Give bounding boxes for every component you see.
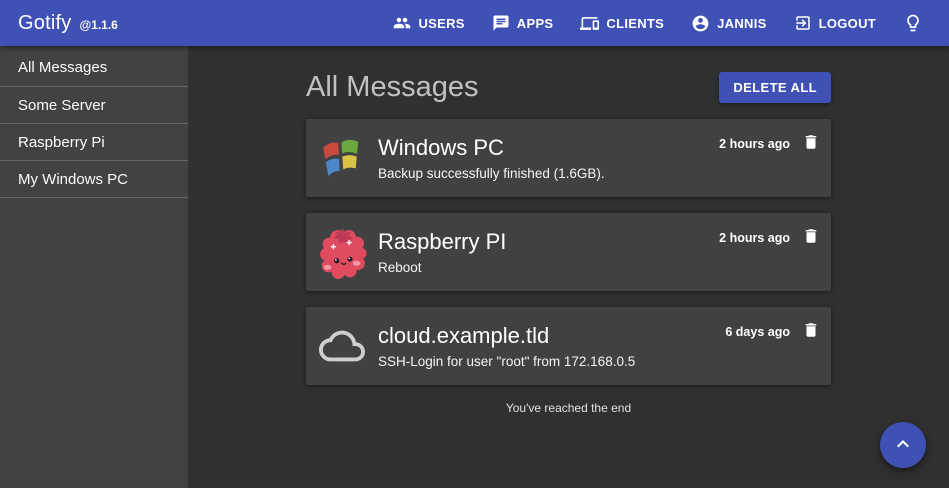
sidebar-item-my-windows-pc[interactable]: My Windows PC (0, 161, 188, 198)
sidebar-item-label: All Messages (18, 59, 107, 76)
message-card-cloud: cloud.example.tld SSH-Login for user "ro… (306, 307, 831, 385)
main-area: All Messages DELETE ALL Windows PC Backu… (188, 46, 949, 488)
scroll-to-top-button[interactable] (880, 422, 926, 468)
app-title: Gotify (18, 12, 71, 35)
chevron-up-icon (891, 432, 915, 459)
nav-users-label: USERS (418, 16, 464, 31)
users-icon (393, 14, 411, 32)
clients-devices-icon (580, 14, 599, 33)
raspberry-icon (306, 226, 378, 279)
message-title: Windows PC (378, 135, 713, 161)
message-timestamp: 2 hours ago (719, 231, 790, 245)
page-title: All Messages (306, 71, 478, 104)
top-nav: USERS APPS CLIENTS JANNIS LOGOUT (393, 14, 876, 33)
sidebar-item-label: Some Server (18, 97, 106, 114)
apps-chat-icon (492, 14, 510, 32)
app-bar: Gotify @1.1.6 USERS APPS CLIENTS JANNIS … (0, 0, 949, 46)
account-circle-icon (691, 14, 710, 33)
sidebar: All Messages Some Server Raspberry Pi My… (0, 46, 188, 488)
lightbulb-icon (903, 13, 923, 33)
trash-icon (802, 321, 820, 342)
nav-apps-label: APPS (517, 16, 554, 31)
windows-logo-icon (306, 133, 378, 183)
end-of-list-text: You've reached the end (306, 401, 831, 415)
message-card-raspberry-pi: Raspberry PI Reboot 2 hours ago (306, 213, 831, 291)
message-body: Backup successfully finished (1.6GB). (378, 166, 713, 181)
nav-apps[interactable]: APPS (492, 14, 554, 32)
logout-icon (794, 14, 812, 32)
sidebar-item-label: My Windows PC (18, 171, 128, 188)
message-title: Raspberry PI (378, 229, 713, 255)
cloud-icon (306, 323, 378, 369)
theme-toggle-button[interactable] (903, 13, 923, 33)
app-version: @1.1.6 (79, 18, 117, 32)
message-card-windows-pc: Windows PC Backup successfully finished … (306, 119, 831, 197)
message-body: SSH-Login for user "root" from 172.168.0… (378, 354, 719, 369)
brand: Gotify @1.1.6 (18, 12, 118, 35)
message-timestamp: 6 days ago (725, 325, 790, 339)
nav-clients[interactable]: CLIENTS (580, 14, 664, 33)
message-title: cloud.example.tld (378, 323, 719, 349)
sidebar-item-some-server[interactable]: Some Server (0, 87, 188, 124)
nav-username-label: JANNIS (717, 16, 766, 31)
trash-icon (802, 227, 820, 248)
sidebar-item-raspberry-pi[interactable]: Raspberry Pi (0, 124, 188, 161)
sidebar-item-all-messages[interactable]: All Messages (0, 48, 188, 87)
message-body: Reboot (378, 260, 713, 275)
sidebar-item-label: Raspberry Pi (18, 134, 105, 151)
delete-all-button[interactable]: DELETE ALL (719, 72, 831, 103)
nav-logout-label: LOGOUT (819, 16, 876, 31)
delete-message-button[interactable] (802, 133, 820, 154)
message-timestamp: 2 hours ago (719, 137, 790, 151)
delete-message-button[interactable] (802, 227, 820, 248)
trash-icon (802, 133, 820, 154)
nav-clients-label: CLIENTS (606, 16, 664, 31)
nav-logout[interactable]: LOGOUT (794, 14, 876, 32)
nav-user-account[interactable]: JANNIS (691, 14, 766, 33)
nav-users[interactable]: USERS (393, 14, 464, 32)
delete-message-button[interactable] (802, 321, 820, 342)
